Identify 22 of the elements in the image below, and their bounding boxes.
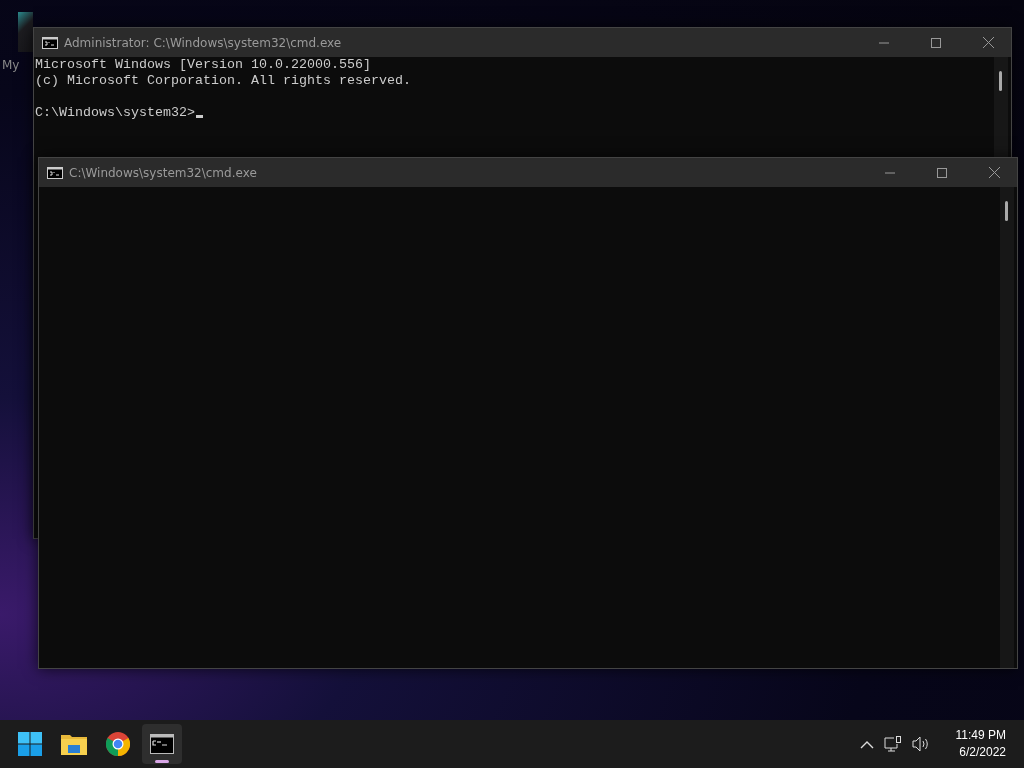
console-text: Microsoft Windows [Version 10.0.22000.556] (35, 57, 372, 73)
window-title: C:\Windows\system32\cmd.exe (69, 165, 258, 180)
browser-logo-icon (106, 732, 130, 756)
terminal-icon (42, 36, 58, 49)
terminal-icon (47, 166, 63, 179)
scrollbar-thumb[interactable] (999, 71, 1002, 91)
clock[interactable]: 11:49 PM 6/2/2022 (951, 727, 1010, 761)
taskbar-app-button[interactable] (142, 724, 182, 764)
console-text: (c) Microsoft Corporation. All rights reserved. (35, 73, 412, 89)
desktop-shortcut-icon[interactable] (18, 12, 33, 52)
console-prompt: C:\Windows\system32> (35, 105, 195, 120)
scrollbar-thumb[interactable] (1005, 201, 1008, 221)
windows-logo-icon (18, 732, 42, 756)
maximize-icon (937, 167, 947, 178)
desktop-icon-label[interactable]: My (2, 58, 20, 72)
maximize-icon (931, 37, 941, 48)
network-icon[interactable] (881, 733, 904, 755)
close-icon (982, 37, 994, 48)
terminal-icon (150, 734, 174, 754)
window-title: Administrator: C:\Windows\system32\cmd.exe (64, 35, 343, 50)
close-icon (988, 167, 1000, 178)
folder-icon (61, 733, 87, 755)
